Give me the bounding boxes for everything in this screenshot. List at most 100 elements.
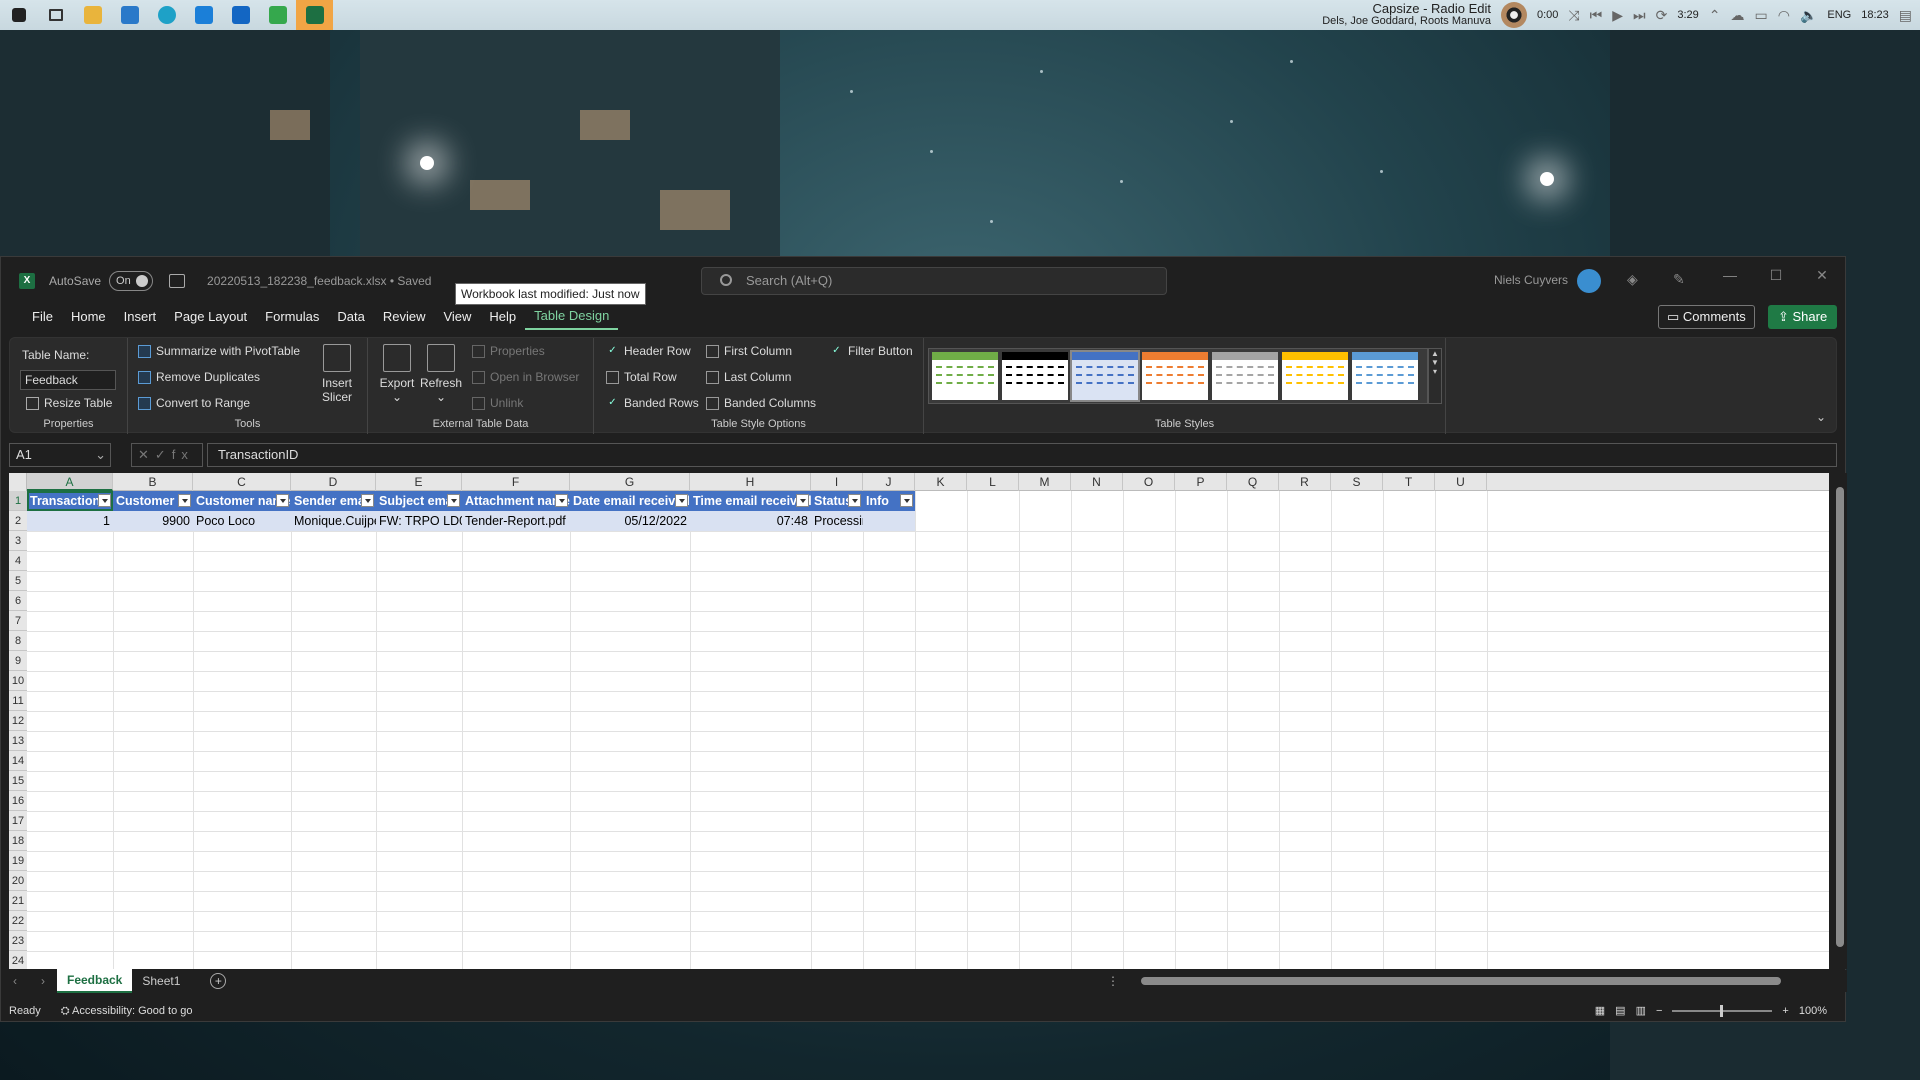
row-header-18[interactable]: 18 bbox=[9, 831, 27, 851]
fx-icon[interactable]: fx bbox=[172, 447, 194, 462]
table-cell[interactable]: Monique.Cuijpe bbox=[291, 511, 376, 531]
filter-dropdown-icon[interactable] bbox=[361, 494, 374, 507]
table-cell[interactable]: 05/12/2022 bbox=[570, 511, 690, 531]
table-header-cell[interactable]: Customer name bbox=[193, 491, 291, 511]
tab-table-design[interactable]: Table Design bbox=[525, 304, 619, 330]
excel-icon[interactable] bbox=[296, 0, 333, 30]
column-header-p[interactable]: P bbox=[1175, 473, 1227, 491]
tab-file[interactable]: File bbox=[23, 305, 62, 329]
sheet-tab-feedback[interactable]: Feedback bbox=[57, 969, 133, 993]
avatar[interactable] bbox=[1577, 269, 1601, 293]
column-header-d[interactable]: D bbox=[291, 473, 376, 491]
row-header-20[interactable]: 20 bbox=[9, 871, 27, 891]
row-header-8[interactable]: 8 bbox=[9, 631, 27, 651]
banded-columns-checkbox[interactable]: Banded Columns bbox=[706, 396, 816, 410]
table-header-cell[interactable]: Date email received bbox=[570, 491, 690, 511]
tab-review[interactable]: Review bbox=[374, 305, 435, 329]
column-header-h[interactable]: H bbox=[690, 473, 811, 491]
pen-icon[interactable]: ✎ bbox=[1673, 271, 1689, 287]
task-view-icon[interactable] bbox=[37, 0, 74, 30]
wifi-icon[interactable]: ◠ bbox=[1778, 7, 1790, 24]
table-cell[interactable] bbox=[863, 511, 915, 531]
search-input[interactable]: Search (Alt+Q) bbox=[701, 267, 1167, 295]
formula-input[interactable]: TransactionID bbox=[207, 443, 1837, 467]
sheet-tab-sheet1[interactable]: Sheet1 bbox=[132, 970, 190, 992]
style-orange[interactable] bbox=[1142, 352, 1208, 400]
filter-dropdown-icon[interactable] bbox=[98, 494, 111, 507]
previous-icon[interactable]: ⏮ bbox=[1590, 7, 1603, 24]
column-header-j[interactable]: J bbox=[863, 473, 915, 491]
export-button[interactable]: Export ⌄ bbox=[376, 344, 418, 404]
page-break-view-icon[interactable]: ▥ bbox=[1636, 1004, 1646, 1017]
row-header-19[interactable]: 19 bbox=[9, 851, 27, 871]
close-icon[interactable]: ✕ bbox=[1799, 257, 1845, 293]
outlook-icon[interactable] bbox=[222, 0, 259, 30]
summarize-pivottable-button[interactable]: Summarize with PivotTable bbox=[138, 344, 300, 358]
properties-button[interactable]: Properties bbox=[472, 344, 545, 358]
row-header-10[interactable]: 10 bbox=[9, 671, 27, 691]
save-icon[interactable] bbox=[169, 274, 186, 288]
table-cell[interactable]: Poco Loco bbox=[193, 511, 291, 531]
unlink-button[interactable]: Unlink bbox=[472, 396, 523, 410]
style-lightblue[interactable] bbox=[1352, 352, 1418, 400]
column-header-b[interactable]: B bbox=[113, 473, 193, 491]
add-sheet-icon[interactable]: + bbox=[210, 973, 227, 989]
row-header-1[interactable]: 1 bbox=[9, 491, 27, 511]
spreadsheet-grid[interactable]: A B C D E F G H I J K L M N O P Q R S T … bbox=[9, 473, 1829, 969]
tab-help[interactable]: Help bbox=[480, 305, 525, 329]
resize-table-button[interactable]: Resize Table bbox=[26, 396, 112, 410]
column-header-u[interactable]: U bbox=[1435, 473, 1487, 491]
table-cell[interactable]: FW: TRPO LD035 bbox=[376, 511, 462, 531]
tab-insert[interactable]: Insert bbox=[115, 305, 166, 329]
column-header-r[interactable]: R bbox=[1279, 473, 1331, 491]
row-header-14[interactable]: 14 bbox=[9, 751, 27, 771]
zoom-in-icon[interactable]: + bbox=[1782, 1005, 1788, 1017]
tab-formulas[interactable]: Formulas bbox=[256, 305, 328, 329]
banded-rows-checkbox[interactable]: ✓ Banded Rows bbox=[606, 396, 698, 410]
next-icon[interactable]: ⏭ bbox=[1633, 7, 1646, 24]
autosave-toggle[interactable]: On bbox=[109, 271, 154, 291]
diamond-icon[interactable]: ◈ bbox=[1627, 271, 1643, 287]
filter-dropdown-icon[interactable] bbox=[555, 494, 568, 507]
style-blue-selected[interactable] bbox=[1070, 350, 1140, 402]
maximize-icon[interactable]: ☐ bbox=[1753, 257, 1799, 293]
row-header-23[interactable]: 23 bbox=[9, 931, 27, 951]
row-header-7[interactable]: 7 bbox=[9, 611, 27, 631]
row-header-17[interactable]: 17 bbox=[9, 811, 27, 831]
row-header-24[interactable]: 24 bbox=[9, 951, 27, 969]
row-header-5[interactable]: 5 bbox=[9, 571, 27, 591]
styles-scroll-icon[interactable]: ▲ ▼ ▾ bbox=[1428, 348, 1442, 404]
user-name[interactable]: Niels Cuyvers bbox=[1494, 273, 1568, 287]
start-icon[interactable] bbox=[0, 0, 37, 30]
column-header-t[interactable]: T bbox=[1383, 473, 1435, 491]
row-header-12[interactable]: 12 bbox=[9, 711, 27, 731]
next-sheet-icon[interactable]: › bbox=[29, 974, 57, 988]
cloud-icon[interactable]: ☁ bbox=[1731, 7, 1745, 24]
filter-dropdown-icon[interactable] bbox=[796, 494, 809, 507]
filter-dropdown-icon[interactable] bbox=[675, 494, 688, 507]
column-header-q[interactable]: Q bbox=[1227, 473, 1279, 491]
play-icon[interactable]: ▶ bbox=[1612, 7, 1623, 24]
row-header-9[interactable]: 9 bbox=[9, 651, 27, 671]
battery-icon[interactable]: ▭ bbox=[1755, 7, 1768, 24]
column-header-k[interactable]: K bbox=[915, 473, 967, 491]
tab-view[interactable]: View bbox=[434, 305, 480, 329]
open-in-browser-button[interactable]: Open in Browser bbox=[472, 370, 579, 384]
filter-dropdown-icon[interactable] bbox=[178, 494, 191, 507]
scrollbar-thumb[interactable] bbox=[1836, 487, 1844, 947]
filter-button-checkbox[interactable]: ✓ Filter Button bbox=[830, 344, 912, 358]
table-header-cell[interactable]: Time email received bbox=[690, 491, 811, 511]
collapse-ribbon-icon[interactable]: ⌄ bbox=[1816, 410, 1826, 424]
chevron-up-icon[interactable]: ⌃ bbox=[1709, 7, 1721, 24]
table-cell[interactable]: 07:48 bbox=[690, 511, 811, 531]
file-explorer-icon[interactable] bbox=[74, 0, 111, 30]
last-column-checkbox[interactable]: Last Column bbox=[706, 370, 791, 384]
refresh-button[interactable]: Refresh ⌄ bbox=[420, 344, 462, 404]
table-name-input[interactable]: Feedback bbox=[20, 370, 116, 390]
sharepoint-icon[interactable] bbox=[185, 0, 222, 30]
table-header-cell[interactable]: Sender email bbox=[291, 491, 376, 511]
filter-dropdown-icon[interactable] bbox=[447, 494, 460, 507]
share-button[interactable]: ⇪ Share bbox=[1768, 305, 1838, 329]
row-header-2[interactable]: 2 bbox=[9, 511, 27, 531]
scrollbar-thumb[interactable] bbox=[1141, 977, 1781, 985]
